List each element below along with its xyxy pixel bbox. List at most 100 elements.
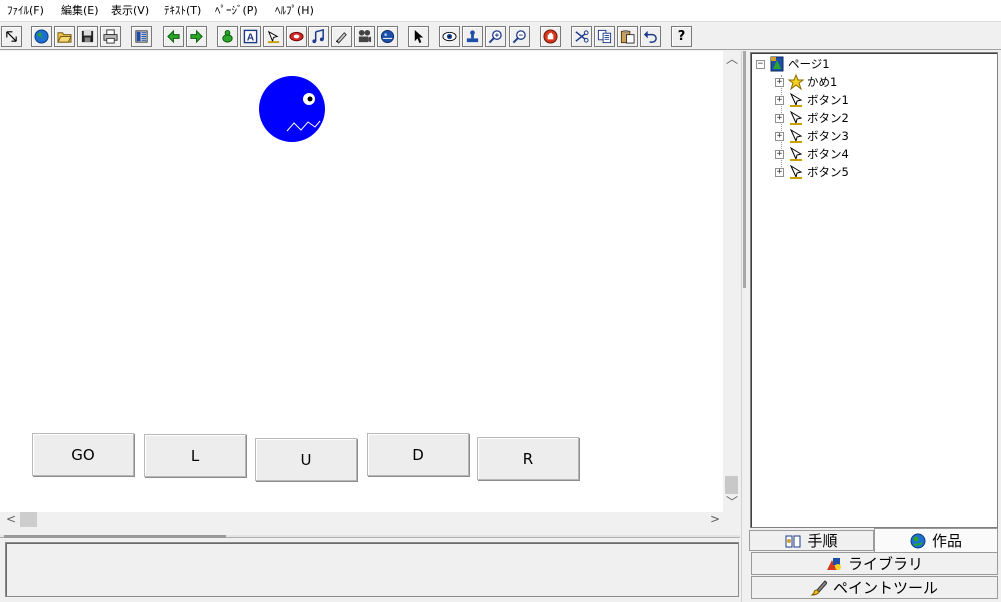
zoom-out-button[interactable] — [509, 26, 530, 47]
select-mode-icon — [6, 31, 17, 42]
menu-view[interactable]: 表示(V) — [111, 4, 149, 18]
tree-expander[interactable]: + — [775, 131, 784, 141]
stage-button-label: U — [300, 450, 312, 469]
stage-button-label: L — [190, 446, 200, 465]
stamp-icon — [466, 30, 479, 43]
tree-node-label: かめ1 — [807, 75, 838, 89]
sound-icon — [380, 29, 395, 44]
shape-tool-icon — [289, 31, 304, 42]
panel-splitter[interactable] — [741, 51, 747, 602]
stage-button-go[interactable]: GO — [32, 433, 134, 476]
vertical-scroll-thumb[interactable] — [725, 476, 738, 494]
tree-expander[interactable]: + — [775, 77, 784, 87]
tab-label: 作品 — [931, 532, 962, 550]
layout-button[interactable] — [131, 26, 152, 47]
copy-icon — [597, 29, 612, 44]
stage-button-u[interactable]: U — [255, 438, 357, 481]
tree-expander[interactable]: + — [775, 167, 784, 177]
menu-bar: ﾌｧｲﾙ(F) 編集(E) 表示(V) ﾃｷｽﾄ(T) ﾍﾟｰｼﾞ(P) ﾍﾙﾌ… — [0, 0, 1001, 22]
cut-button[interactable] — [571, 26, 592, 47]
tree-expander[interactable]: + — [775, 95, 784, 105]
shape-tool-button[interactable] — [286, 26, 307, 47]
globe-icon — [910, 533, 926, 548]
menu-edit[interactable]: 編集(E) — [61, 4, 99, 18]
tree-expander[interactable]: + — [775, 113, 784, 123]
tree-node-turtle[interactable]: + かめ1 — [775, 73, 837, 91]
message-pane-divider[interactable] — [0, 535, 740, 538]
tree-node-button1[interactable]: + ボタン1 — [775, 91, 849, 109]
print-button[interactable] — [100, 26, 121, 47]
horizontal-scroll-thumb[interactable] — [20, 512, 37, 527]
divider-grip[interactable] — [4, 535, 226, 538]
text-tool-icon: A — [243, 29, 258, 44]
save-button[interactable] — [77, 26, 98, 47]
button-object-icon — [789, 164, 803, 179]
menu-text[interactable]: ﾃｷｽﾄ(T) — [164, 4, 201, 18]
tree-node-button4[interactable]: + ボタン4 — [775, 145, 849, 163]
stage-button-label: GO — [71, 445, 95, 464]
scroll-down-arrow[interactable]: ﹀ — [726, 496, 738, 508]
menu-page[interactable]: ﾍﾟｰｼﾞ(P) — [215, 4, 258, 18]
text-tool-glyph: A — [247, 33, 255, 44]
select-mode-button[interactable] — [1, 26, 22, 47]
splitter-grip[interactable] — [743, 51, 746, 288]
pen-tool-button[interactable] — [331, 26, 352, 47]
tab-paint-tool[interactable]: ペイントツール — [751, 576, 998, 599]
text-tool-button[interactable]: A — [240, 26, 261, 47]
canvas-horizontal-scrollbar[interactable]: < > — [0, 512, 723, 528]
stamp-button[interactable] — [462, 26, 483, 47]
tree-node-button3[interactable]: + ボタン3 — [775, 127, 849, 145]
paste-button[interactable] — [617, 26, 638, 47]
stage-canvas[interactable]: GO L U D R — [0, 51, 723, 512]
stage-button-l[interactable]: L — [144, 434, 246, 477]
character-button[interactable] — [217, 26, 238, 47]
movie-button[interactable] — [354, 26, 375, 47]
open-button[interactable] — [54, 26, 75, 47]
help-icon: ? — [677, 29, 686, 44]
button-object-icon — [789, 110, 803, 125]
globe-icon — [34, 29, 49, 44]
button-tool-button[interactable] — [263, 26, 284, 47]
tree-node-button2[interactable]: + ボタン2 — [775, 109, 849, 127]
tree-expander[interactable]: − — [756, 59, 765, 69]
help-button[interactable]: ? — [671, 26, 692, 47]
forward-button[interactable] — [186, 26, 207, 47]
scroll-up-arrow[interactable]: ︿ — [726, 53, 738, 65]
menu-file[interactable]: ﾌｧｲﾙ(F) — [7, 4, 44, 18]
zoom-out-icon — [512, 30, 526, 44]
scroll-left-arrow[interactable]: < — [6, 513, 16, 525]
sound-button[interactable] — [377, 26, 398, 47]
turtle-character[interactable] — [256, 75, 328, 145]
tab-label: ライブラリ — [847, 555, 923, 573]
stop-button[interactable] — [540, 26, 561, 47]
globe-button[interactable] — [31, 26, 52, 47]
toolbar: A ? — [0, 23, 1001, 50]
back-arrow-icon — [167, 29, 180, 44]
music-button[interactable] — [308, 26, 329, 47]
tab-works[interactable]: 作品 — [874, 528, 998, 552]
button-object-icon — [789, 92, 803, 107]
menu-help[interactable]: ﾍﾙﾌﾟ(H) — [275, 4, 314, 18]
stage-button-r[interactable]: R — [477, 437, 579, 480]
music-icon — [312, 29, 324, 44]
canvas-vertical-scrollbar[interactable]: ︿ ﹀ — [723, 51, 740, 512]
tree-node-label: ボタン3 — [807, 129, 849, 143]
tab-procedure[interactable]: 手順 — [749, 530, 874, 551]
stage-button-d[interactable]: D — [367, 433, 469, 476]
page-icon — [770, 56, 784, 72]
copy-button[interactable] — [594, 26, 615, 47]
back-button[interactable] — [163, 26, 184, 47]
view-button[interactable] — [439, 26, 460, 47]
movie-icon — [358, 29, 372, 43]
tab-library[interactable]: ライブラリ — [751, 552, 998, 575]
stage-button-label: D — [412, 445, 424, 464]
pointer-button[interactable] — [408, 26, 429, 47]
tree-node-button5[interactable]: + ボタン5 — [775, 163, 849, 181]
undo-button[interactable] — [640, 26, 661, 47]
zoom-in-button[interactable] — [485, 26, 506, 47]
character-pupil — [307, 96, 313, 102]
stop-icon — [543, 29, 558, 44]
scroll-right-arrow[interactable]: > — [710, 513, 720, 525]
tree-node-page[interactable]: − ページ1 — [756, 55, 830, 73]
tree-expander[interactable]: + — [775, 149, 784, 159]
